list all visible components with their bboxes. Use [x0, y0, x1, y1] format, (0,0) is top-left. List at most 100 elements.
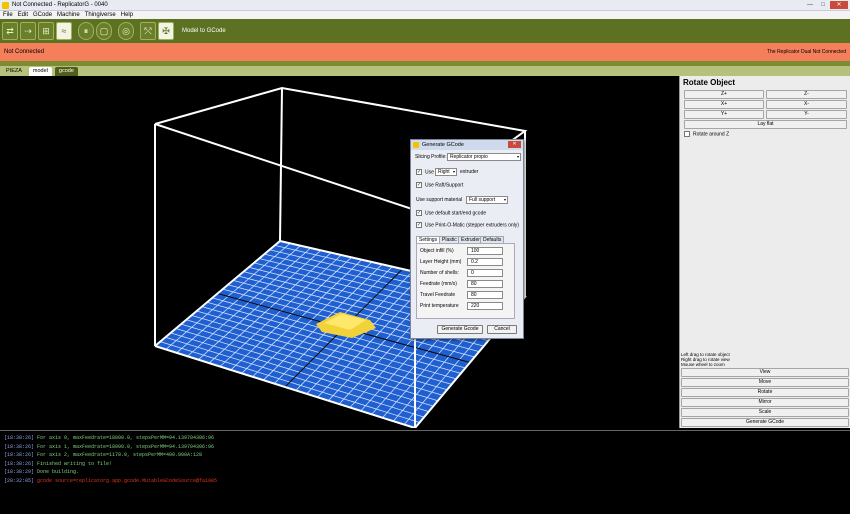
console-timestamp: [18:38:26]	[4, 460, 38, 467]
dialog-close-button[interactable]: ✕	[508, 141, 521, 148]
slicing-profile-select[interactable]: Replicator propio ▾	[447, 153, 521, 161]
connection-status: Not Connected	[4, 49, 45, 55]
simulate-button[interactable]: ⊞	[38, 22, 54, 40]
console-timestamp: [18:38:26]	[4, 443, 38, 450]
console-timestamp: [18:38:26]	[4, 435, 38, 441]
control-panel-button[interactable]: ⤲	[140, 22, 156, 40]
printomatic-option: Use Print-O-Matic (stepper extruders onl…	[416, 222, 519, 228]
tab-model[interactable]: model	[28, 67, 52, 76]
use-extruder-checkbox[interactable]	[416, 169, 422, 175]
model-to-gcode-button[interactable]: ✠	[158, 22, 174, 40]
open-file-button[interactable]: ⇄	[2, 22, 18, 40]
title-bar: Not Connected - ReplicatorG - 0040 — □ ✕	[0, 0, 850, 11]
printomatic-checkbox[interactable]	[416, 222, 422, 228]
chevron-down-icon: ▾	[516, 154, 519, 159]
use-extruder-option: Use	[416, 169, 434, 175]
support-material-label: Use support material	[416, 197, 463, 203]
print-temperature-label: Print temperature	[420, 303, 459, 309]
stop-button[interactable]: ▢	[96, 22, 112, 40]
app-logo-icon	[2, 2, 9, 9]
connect-button[interactable]: ◎	[118, 22, 134, 40]
support-material-value: Full support	[469, 197, 496, 203]
pause-button[interactable]: ⏸	[78, 22, 94, 40]
layer-height-input[interactable]: 0.2	[467, 258, 503, 266]
control-panel-icon: ⤲	[144, 26, 152, 36]
generate-gcode-confirm-button[interactable]: Generate Gcode	[437, 325, 483, 334]
build-volume-svg	[154, 86, 528, 430]
console-timestamp: [20:32:05]	[4, 477, 38, 484]
build-button[interactable]: ≈	[56, 22, 72, 40]
cancel-button[interactable]: Cancel	[487, 325, 517, 334]
console-line: [18:38:26] For axis 0, maxFeedrate=18000…	[4, 434, 846, 443]
folder-icon: ⇄	[6, 26, 14, 36]
view-mode-button[interactable]: View	[681, 368, 849, 377]
chevron-down-icon: ▾	[452, 169, 455, 174]
rotate-around-z-checkbox[interactable]	[684, 131, 690, 137]
rotate-y-plus-button[interactable]: Y+	[684, 110, 764, 119]
model-3d-view[interactable]	[0, 76, 678, 430]
hint-line: Mouse wheel to zoom	[681, 362, 725, 367]
window-title: Not Connected - ReplicatorG - 0040	[12, 2, 108, 8]
connection-status-bar: Not Connected The Replicator Dual Not Co…	[0, 43, 850, 61]
console-line: [18:38:26] For axis 1, maxFeedrate=18000…	[4, 443, 846, 452]
slicing-profile-label: Slicing Profile:	[415, 154, 447, 160]
editor-tabs: PIEZA model gcode	[0, 66, 850, 76]
slicing-profile-value: Replicator propio	[450, 154, 488, 160]
scale-mode-button[interactable]: Scale	[681, 408, 849, 417]
rotate-x-plus-button[interactable]: X+	[684, 100, 764, 109]
gear-icon: ✠	[162, 26, 170, 36]
minimize-button[interactable]: —	[804, 1, 816, 9]
infill-label: Object infill (%)	[420, 248, 454, 254]
print-temperature-input[interactable]: 220	[467, 302, 503, 310]
console-message: Finished writing to file!	[37, 460, 113, 467]
menu-gcode[interactable]: GCode	[33, 11, 52, 19]
console-message: For axis 1, maxFeedrate=18000.0, stepsPe…	[37, 443, 215, 450]
shells-input[interactable]: 0	[467, 269, 503, 277]
rotate-around-z-option: Rotate around Z	[684, 131, 729, 137]
menu-machine[interactable]: Machine	[57, 11, 80, 19]
console-message: For axis 2, maxFeedrate=1170.0, stepsPer…	[37, 452, 203, 459]
menu-edit[interactable]: Edit	[18, 11, 28, 19]
feedrate-input[interactable]: 80	[467, 280, 503, 288]
menu-thingiverse[interactable]: Thingiverse	[85, 11, 116, 19]
console-message: For axis 0, maxFeedrate=18000.0, stepsPe…	[37, 435, 215, 441]
menu-bar: File Edit GCode Machine Thingiverse Help	[0, 11, 850, 19]
extruder-select[interactable]: Right ▾	[435, 168, 457, 176]
use-label: Use	[425, 169, 434, 176]
rotate-y-minus-button[interactable]: Y-	[766, 110, 847, 119]
save-button[interactable]: ⇢	[20, 22, 36, 40]
shells-label: Number of shells:	[420, 270, 459, 276]
generate-gcode-button[interactable]: Generate GCode	[681, 418, 849, 427]
menu-file[interactable]: File	[3, 11, 13, 19]
rotate-x-minus-button[interactable]: X-	[766, 100, 847, 109]
lay-flat-button[interactable]: Lay flat	[684, 120, 847, 129]
use-raft-option: Use Raft/Support	[416, 182, 463, 188]
menu-help[interactable]: Help	[121, 11, 133, 19]
toolbar: ⇄ ⇢ ⊞ ≈ ⏸ ▢ ◎ ⤲ ✠ Model to GCode	[0, 19, 850, 43]
move-mode-button[interactable]: Move	[681, 378, 849, 387]
dialog-title: Generate GCode	[422, 142, 464, 148]
infill-input[interactable]: 100	[467, 247, 503, 255]
tab-gcode[interactable]: gcode	[54, 67, 78, 76]
rotate-around-z-label: Rotate around Z	[693, 131, 730, 138]
tab-pieza[interactable]: PIEZA	[2, 67, 26, 76]
console-output[interactable]: [18:38:26] For axis 0, maxFeedrate=18000…	[0, 430, 850, 514]
support-material-select[interactable]: Full support ▾	[466, 196, 508, 204]
default-gcode-checkbox[interactable]	[416, 210, 422, 216]
extruder-value: Right	[438, 169, 450, 175]
rotate-z-minus-button[interactable]: Z-	[766, 90, 847, 99]
mirror-mode-button[interactable]: Mirror	[681, 398, 849, 407]
close-button[interactable]: ✕	[830, 1, 848, 9]
travel-feedrate-input[interactable]: 80	[467, 291, 503, 299]
simulate-icon: ⊞	[42, 26, 50, 36]
rotate-z-plus-button[interactable]: Z+	[684, 90, 764, 99]
use-raft-checkbox[interactable]	[416, 182, 422, 188]
console-line: [18:38:29] Done building.	[4, 468, 846, 477]
use-raft-label: Use Raft/Support	[425, 182, 464, 189]
maximize-button[interactable]: □	[817, 1, 829, 9]
extruder-label: extruder	[460, 169, 479, 175]
rotate-mode-button[interactable]: Rotate	[681, 388, 849, 397]
feedrate-label: Feedrate (mm/s)	[420, 281, 457, 287]
rotate-object-panel: Rotate Object Z+ Z- X+ X- Y+ Y- Lay flat…	[679, 76, 850, 428]
console-message: gcode source=replicatorg.app.gcode.Mutab…	[37, 477, 218, 484]
